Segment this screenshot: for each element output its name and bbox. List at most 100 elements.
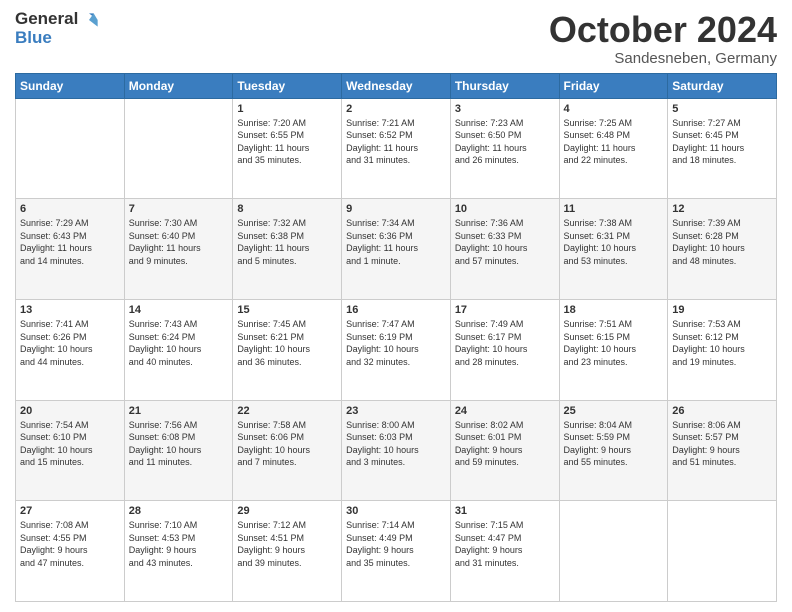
day-detail: Sunrise: 7:21 AM Sunset: 6:52 PM Dayligh… <box>346 117 446 167</box>
day-detail: Sunrise: 8:06 AM Sunset: 5:57 PM Dayligh… <box>672 419 772 469</box>
table-row: 29 Sunrise: 7:12 AM Sunset: 4:51 PM Dayli… <box>233 501 342 602</box>
day-number: 12 <box>672 203 772 215</box>
day-number: 18 <box>564 304 664 316</box>
day-number: 22 <box>237 405 337 417</box>
day-detail: Sunrise: 7:56 AM Sunset: 6:08 PM Dayligh… <box>129 419 229 469</box>
day-number: 7 <box>129 203 229 215</box>
table-row: 18 Sunrise: 7:51 AM Sunset: 6:15 PM Dayli… <box>559 299 668 400</box>
table-row: 9Sunrise: 7:34 AM Sunset: 6:36 PM Daylig… <box>342 199 451 300</box>
header-saturday: Saturday <box>668 73 777 98</box>
day-number: 5 <box>672 103 772 115</box>
header-sunday: Sunday <box>16 73 125 98</box>
day-detail: Sunrise: 7:14 AM Sunset: 4:49 PM Dayligh… <box>346 519 446 569</box>
day-number: 13 <box>20 304 120 316</box>
table-row: 16Sunrise: 7:47 AM Sunset: 6:19 PM Dayli… <box>342 299 451 400</box>
table-row <box>559 501 668 602</box>
day-detail: Sunrise: 7:23 AM Sunset: 6:50 PM Dayligh… <box>455 117 555 167</box>
day-detail: Sunrise: 8:04 AM Sunset: 5:59 PM Dayligh… <box>564 419 664 469</box>
table-row <box>124 98 233 199</box>
day-number: 28 <box>129 505 229 517</box>
day-detail: Sunrise: 7:32 AM Sunset: 6:38 PM Dayligh… <box>237 217 337 267</box>
table-row: 22 Sunrise: 7:58 AM Sunset: 6:06 PM Dayli… <box>233 400 342 501</box>
table-row: 19 Sunrise: 7:53 AM Sunset: 6:12 PM Dayli… <box>668 299 777 400</box>
day-number: 15 <box>237 304 337 316</box>
day-number: 26 <box>672 405 772 417</box>
table-row: 20Sunrise: 7:54 AM Sunset: 6:10 PM Dayli… <box>16 400 125 501</box>
header-tuesday: Tuesday <box>233 73 342 98</box>
day-detail: Sunrise: 7:41 AM Sunset: 6:26 PM Dayligh… <box>20 318 120 368</box>
title-block: October 2024 Sandesneben, Germany <box>549 10 777 67</box>
header: General Blue October 2024 Sandesneben, G… <box>15 10 777 67</box>
day-number: 31 <box>455 505 555 517</box>
table-row: 5 Sunrise: 7:27 AM Sunset: 6:45 PM Daylig… <box>668 98 777 199</box>
day-detail: Sunrise: 7:10 AM Sunset: 4:53 PM Dayligh… <box>129 519 229 569</box>
day-number: 1 <box>237 103 337 115</box>
calendar-week-row: 27 Sunrise: 7:08 AM Sunset: 4:55 PM Dayli… <box>16 501 777 602</box>
day-detail: Sunrise: 7:36 AM Sunset: 6:33 PM Dayligh… <box>455 217 555 267</box>
table-row: 11 Sunrise: 7:38 AM Sunset: 6:31 PM Dayli… <box>559 199 668 300</box>
table-row: 8 Sunrise: 7:32 AM Sunset: 6:38 PM Daylig… <box>233 199 342 300</box>
day-detail: Sunrise: 7:25 AM Sunset: 6:48 PM Dayligh… <box>564 117 664 167</box>
table-row: 23 Sunrise: 8:00 AM Sunset: 6:03 PM Dayli… <box>342 400 451 501</box>
day-number: 17 <box>455 304 555 316</box>
day-detail: Sunrise: 7:27 AM Sunset: 6:45 PM Dayligh… <box>672 117 772 167</box>
calendar-week-row: 1Sunrise: 7:20 AM Sunset: 6:55 PM Daylig… <box>16 98 777 199</box>
day-detail: Sunrise: 7:49 AM Sunset: 6:17 PM Dayligh… <box>455 318 555 368</box>
day-number: 19 <box>672 304 772 316</box>
day-detail: Sunrise: 7:15 AM Sunset: 4:47 PM Dayligh… <box>455 519 555 569</box>
location: Sandesneben, Germany <box>549 50 777 67</box>
day-detail: Sunrise: 7:54 AM Sunset: 6:10 PM Dayligh… <box>20 419 120 469</box>
logo: General Blue <box>15 10 99 48</box>
day-detail: Sunrise: 7:38 AM Sunset: 6:31 PM Dayligh… <box>564 217 664 267</box>
table-row <box>16 98 125 199</box>
table-row: 7 Sunrise: 7:30 AM Sunset: 6:40 PM Daylig… <box>124 199 233 300</box>
table-row: 1Sunrise: 7:20 AM Sunset: 6:55 PM Daylig… <box>233 98 342 199</box>
day-number: 25 <box>564 405 664 417</box>
day-detail: Sunrise: 7:43 AM Sunset: 6:24 PM Dayligh… <box>129 318 229 368</box>
day-number: 23 <box>346 405 446 417</box>
header-wednesday: Wednesday <box>342 73 451 98</box>
day-number: 6 <box>20 203 120 215</box>
table-row: 26 Sunrise: 8:06 AM Sunset: 5:57 PM Dayli… <box>668 400 777 501</box>
day-detail: Sunrise: 7:12 AM Sunset: 4:51 PM Dayligh… <box>237 519 337 569</box>
day-detail: Sunrise: 7:30 AM Sunset: 6:40 PM Dayligh… <box>129 217 229 267</box>
calendar-week-row: 20Sunrise: 7:54 AM Sunset: 6:10 PM Dayli… <box>16 400 777 501</box>
day-number: 10 <box>455 203 555 215</box>
header-thursday: Thursday <box>450 73 559 98</box>
table-row: 12Sunrise: 7:39 AM Sunset: 6:28 PM Dayli… <box>668 199 777 300</box>
day-number: 16 <box>346 304 446 316</box>
day-number: 4 <box>564 103 664 115</box>
calendar-week-row: 13 Sunrise: 7:41 AM Sunset: 6:26 PM Dayli… <box>16 299 777 400</box>
table-row: 24Sunrise: 8:02 AM Sunset: 6:01 PM Dayli… <box>450 400 559 501</box>
table-row: 17 Sunrise: 7:49 AM Sunset: 6:17 PM Dayli… <box>450 299 559 400</box>
page: General Blue October 2024 Sandesneben, G… <box>0 0 792 612</box>
weekday-header-row: Sunday Monday Tuesday Wednesday Thursday… <box>16 73 777 98</box>
day-detail: Sunrise: 7:51 AM Sunset: 6:15 PM Dayligh… <box>564 318 664 368</box>
table-row: 3 Sunrise: 7:23 AM Sunset: 6:50 PM Daylig… <box>450 98 559 199</box>
table-row: 6 Sunrise: 7:29 AM Sunset: 6:43 PM Daylig… <box>16 199 125 300</box>
month-title: October 2024 <box>549 10 777 50</box>
day-number: 21 <box>129 405 229 417</box>
table-row: 14 Sunrise: 7:43 AM Sunset: 6:24 PM Dayli… <box>124 299 233 400</box>
day-detail: Sunrise: 7:58 AM Sunset: 6:06 PM Dayligh… <box>237 419 337 469</box>
day-detail: Sunrise: 7:08 AM Sunset: 4:55 PM Dayligh… <box>20 519 120 569</box>
day-number: 8 <box>237 203 337 215</box>
day-detail: Sunrise: 7:29 AM Sunset: 6:43 PM Dayligh… <box>20 217 120 267</box>
day-detail: Sunrise: 8:02 AM Sunset: 6:01 PM Dayligh… <box>455 419 555 469</box>
day-detail: Sunrise: 8:00 AM Sunset: 6:03 PM Dayligh… <box>346 419 446 469</box>
day-number: 3 <box>455 103 555 115</box>
day-number: 27 <box>20 505 120 517</box>
day-number: 9 <box>346 203 446 215</box>
header-friday: Friday <box>559 73 668 98</box>
table-row: 21 Sunrise: 7:56 AM Sunset: 6:08 PM Dayli… <box>124 400 233 501</box>
table-row <box>668 501 777 602</box>
day-number: 30 <box>346 505 446 517</box>
day-number: 29 <box>237 505 337 517</box>
calendar-table: Sunday Monday Tuesday Wednesday Thursday… <box>15 73 777 602</box>
day-number: 14 <box>129 304 229 316</box>
day-number: 11 <box>564 203 664 215</box>
table-row: 13 Sunrise: 7:41 AM Sunset: 6:26 PM Dayli… <box>16 299 125 400</box>
table-row: 15Sunrise: 7:45 AM Sunset: 6:21 PM Dayli… <box>233 299 342 400</box>
calendar-week-row: 6 Sunrise: 7:29 AM Sunset: 6:43 PM Daylig… <box>16 199 777 300</box>
day-detail: Sunrise: 7:53 AM Sunset: 6:12 PM Dayligh… <box>672 318 772 368</box>
